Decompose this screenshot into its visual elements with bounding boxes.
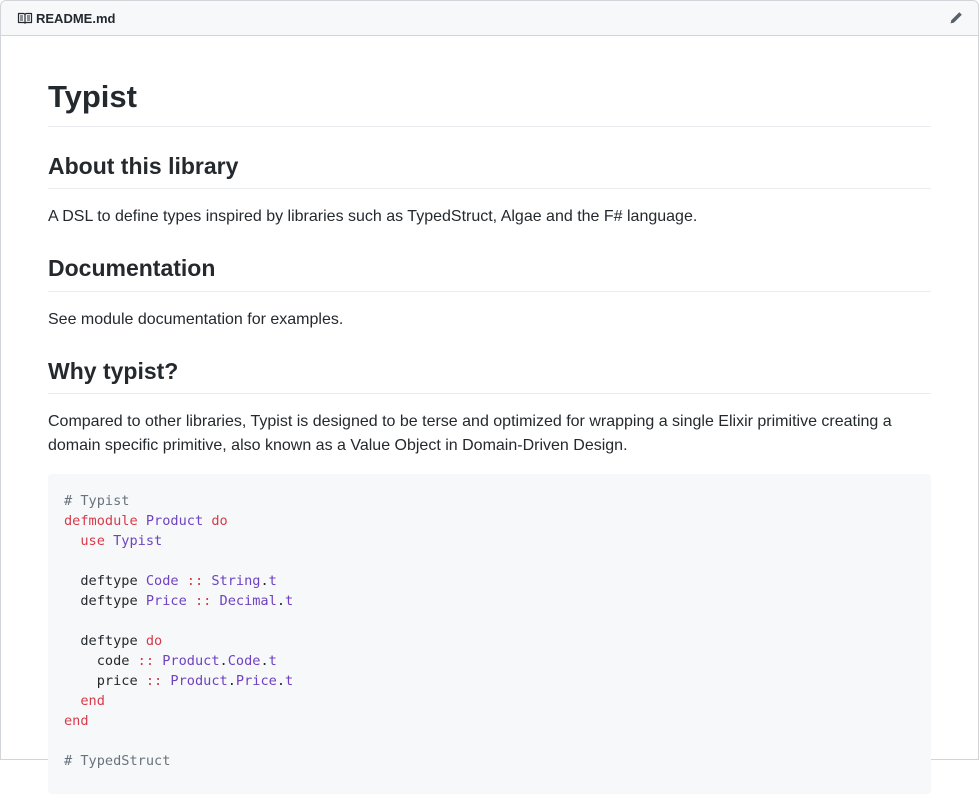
filename: README.md — [36, 10, 116, 26]
book-icon — [17, 10, 33, 26]
code-token: :: — [137, 653, 155, 670]
section-heading-why: Why typist? — [48, 358, 931, 395]
readme-container: README.md Typist About this library A DS… — [0, 0, 979, 794]
code-token: do — [145, 633, 163, 650]
code-token: String — [211, 573, 261, 590]
code-token: Code — [227, 653, 261, 670]
section-body-documentation: See module documentation for examples. — [48, 310, 344, 328]
code-token: . — [260, 573, 269, 590]
code-line: # Typist — [64, 491, 915, 511]
code-token: defmodule — [64, 513, 138, 530]
code-token: t — [268, 573, 277, 590]
code-token: :: — [186, 573, 204, 590]
code-token: t — [285, 593, 294, 610]
code-block: # Typist defmodule Product do use Typist … — [48, 474, 931, 794]
code-token: # Typist — [64, 493, 130, 510]
code-token: Code — [145, 573, 179, 590]
code-token: # TypedStruct — [64, 753, 171, 770]
code-line: end — [64, 691, 915, 711]
code-token: deftype — [64, 573, 146, 590]
code-line: price :: Product.Price.t — [64, 671, 915, 691]
code-token: price — [64, 673, 146, 690]
code-token: . — [276, 673, 285, 690]
code-token: t — [285, 673, 294, 690]
code-token: Product — [145, 513, 204, 530]
readme-body: Typist About this library A DSL to defin… — [48, 36, 931, 794]
code-token: . — [227, 673, 236, 690]
code-token: Product — [162, 653, 220, 670]
code-token: Product — [170, 673, 228, 690]
section-heading-documentation: Documentation — [48, 255, 931, 292]
code-token: deftype — [64, 593, 146, 610]
code-token: do — [211, 513, 228, 530]
code-line: code :: Product.Code.t — [64, 651, 915, 671]
code-token: . — [219, 653, 228, 670]
section-heading-about: About this library — [48, 153, 931, 190]
file-title: README.md — [17, 10, 115, 26]
code-token: use — [80, 533, 105, 550]
code-token: end — [64, 713, 89, 730]
section-body-why: Compared to other libraries, Typist is d… — [48, 413, 892, 455]
code-token: deftype — [64, 633, 146, 650]
code-token: Price — [235, 673, 277, 690]
code-token: t — [268, 653, 277, 670]
code-line: # TypedStruct — [64, 751, 915, 771]
code-line: defmodule Product do — [64, 511, 915, 531]
code-token: :: — [194, 593, 212, 610]
code-line: deftype do — [64, 631, 915, 651]
code-line: end — [64, 711, 915, 731]
readme-title: Typist — [48, 79, 931, 127]
code-token: end — [80, 693, 105, 710]
section-body-about: A DSL to define types inspired by librar… — [48, 208, 698, 226]
code-token: Typist — [113, 533, 163, 550]
code-token: . — [260, 653, 269, 670]
code-token: Price — [145, 593, 187, 610]
pencil-icon[interactable] — [948, 10, 964, 26]
code-token: . — [276, 593, 285, 610]
code-line: deftype Price :: Decimal.t — [64, 591, 915, 611]
code-token: Decimal — [219, 593, 277, 610]
code-line: use Typist — [64, 531, 915, 551]
code-token: :: — [145, 673, 163, 690]
code-line: deftype Code :: String.t — [64, 571, 915, 591]
file-header: README.md — [1, 1, 978, 36]
code-token: code — [64, 653, 138, 670]
